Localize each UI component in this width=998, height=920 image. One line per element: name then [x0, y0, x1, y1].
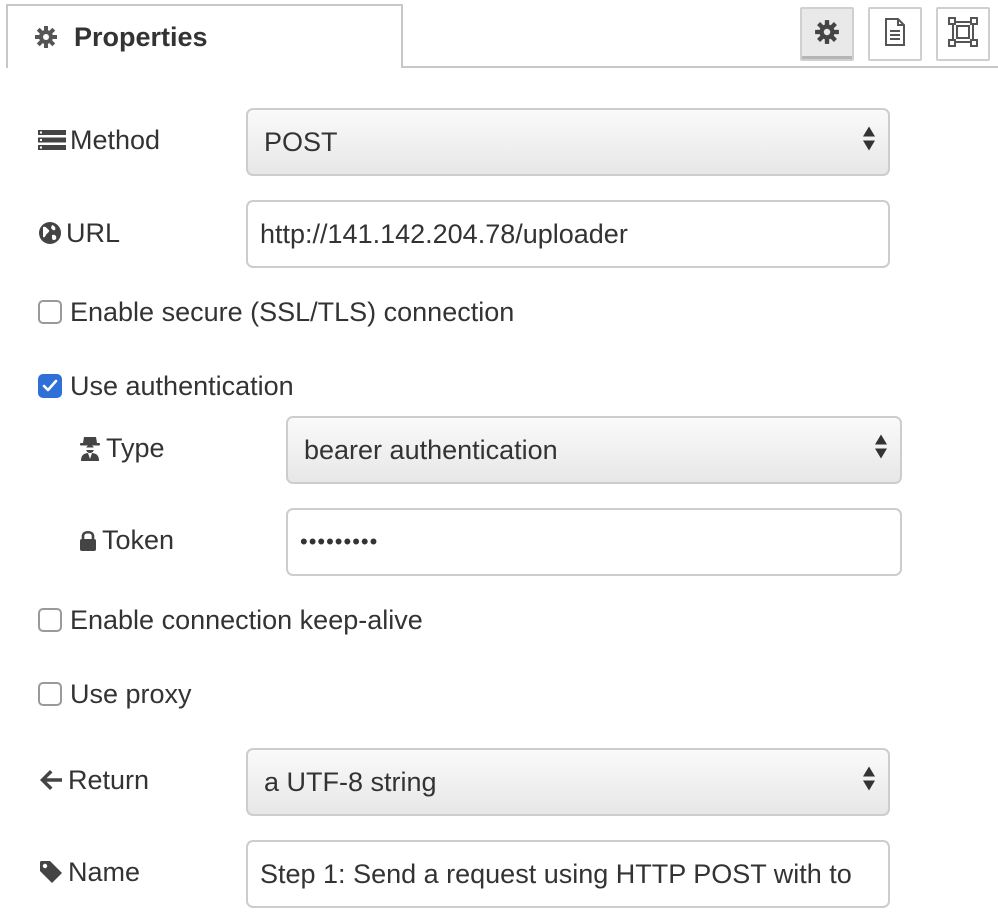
globe-icon — [38, 221, 62, 245]
keepalive-row: Enable connection keep-alive — [38, 600, 423, 640]
proxy-row: Use proxy — [38, 674, 192, 714]
url-value: http://141.142.204.78/uploader — [260, 218, 628, 249]
token-field[interactable]: ••••••••• — [286, 508, 902, 576]
auth-type-row: Type — [78, 428, 165, 468]
select-arrows-icon — [862, 126, 876, 159]
proxy-checkbox[interactable] — [38, 682, 62, 706]
gear-icon — [32, 25, 60, 49]
url-label: URL — [66, 217, 121, 248]
method-label: Method — [70, 124, 161, 155]
select-arrows-icon — [862, 766, 876, 799]
arrow-left-icon — [38, 769, 64, 791]
tab-bar-divider — [402, 66, 998, 68]
gear-icon — [814, 19, 840, 50]
ssl-row: Enable secure (SSL/TLS) connection — [38, 292, 514, 332]
return-value: a UTF-8 string — [264, 766, 437, 797]
frame-icon — [948, 16, 978, 52]
document-icon — [883, 17, 907, 51]
proxy-label: Use proxy — [70, 678, 192, 709]
list-icon — [38, 129, 66, 151]
tab-label: Properties — [74, 21, 208, 52]
lock-icon — [78, 529, 98, 551]
name-field[interactable]: Step 1: Send a request using HTTP POST w… — [246, 840, 890, 908]
select-arrows-icon — [874, 434, 888, 467]
name-value: Step 1: Send a request using HTTP POST w… — [260, 858, 852, 889]
url-field[interactable]: http://141.142.204.78/uploader — [246, 200, 890, 268]
ssl-label: Enable secure (SSL/TLS) connection — [70, 296, 515, 327]
tag-icon — [38, 860, 64, 884]
auth-type-value: bearer authentication — [304, 434, 558, 465]
return-row: Return — [38, 760, 149, 800]
auth-type-label: Type — [106, 432, 165, 463]
name-label: Name — [68, 856, 141, 887]
description-button[interactable] — [868, 7, 922, 61]
method-row: Method — [38, 120, 160, 160]
auth-checkbox[interactable] — [38, 374, 62, 398]
method-select[interactable]: POST — [246, 108, 890, 176]
auth-label: Use authentication — [70, 370, 294, 401]
keepalive-checkbox[interactable] — [38, 608, 62, 632]
keepalive-label: Enable connection keep-alive — [70, 604, 423, 635]
method-value: POST — [264, 126, 338, 157]
auth-row: Use authentication — [38, 366, 294, 406]
tab-properties[interactable]: Properties — [6, 4, 403, 68]
return-label: Return — [68, 764, 150, 795]
name-row: Name — [38, 852, 140, 892]
return-select[interactable]: a UTF-8 string — [246, 748, 890, 816]
auth-type-select[interactable]: bearer authentication — [286, 416, 902, 484]
checkmark-icon — [42, 379, 58, 392]
token-label: Token — [102, 524, 175, 555]
ssl-checkbox[interactable] — [38, 300, 62, 324]
tab-bar: Properties — [0, 0, 998, 68]
user-secret-icon — [78, 435, 102, 461]
settings-button[interactable] — [800, 7, 854, 61]
appearance-button[interactable] — [936, 7, 990, 61]
url-row: URL — [38, 213, 120, 253]
token-value: ••••••••• — [300, 529, 379, 554]
token-row: Token — [78, 520, 174, 560]
